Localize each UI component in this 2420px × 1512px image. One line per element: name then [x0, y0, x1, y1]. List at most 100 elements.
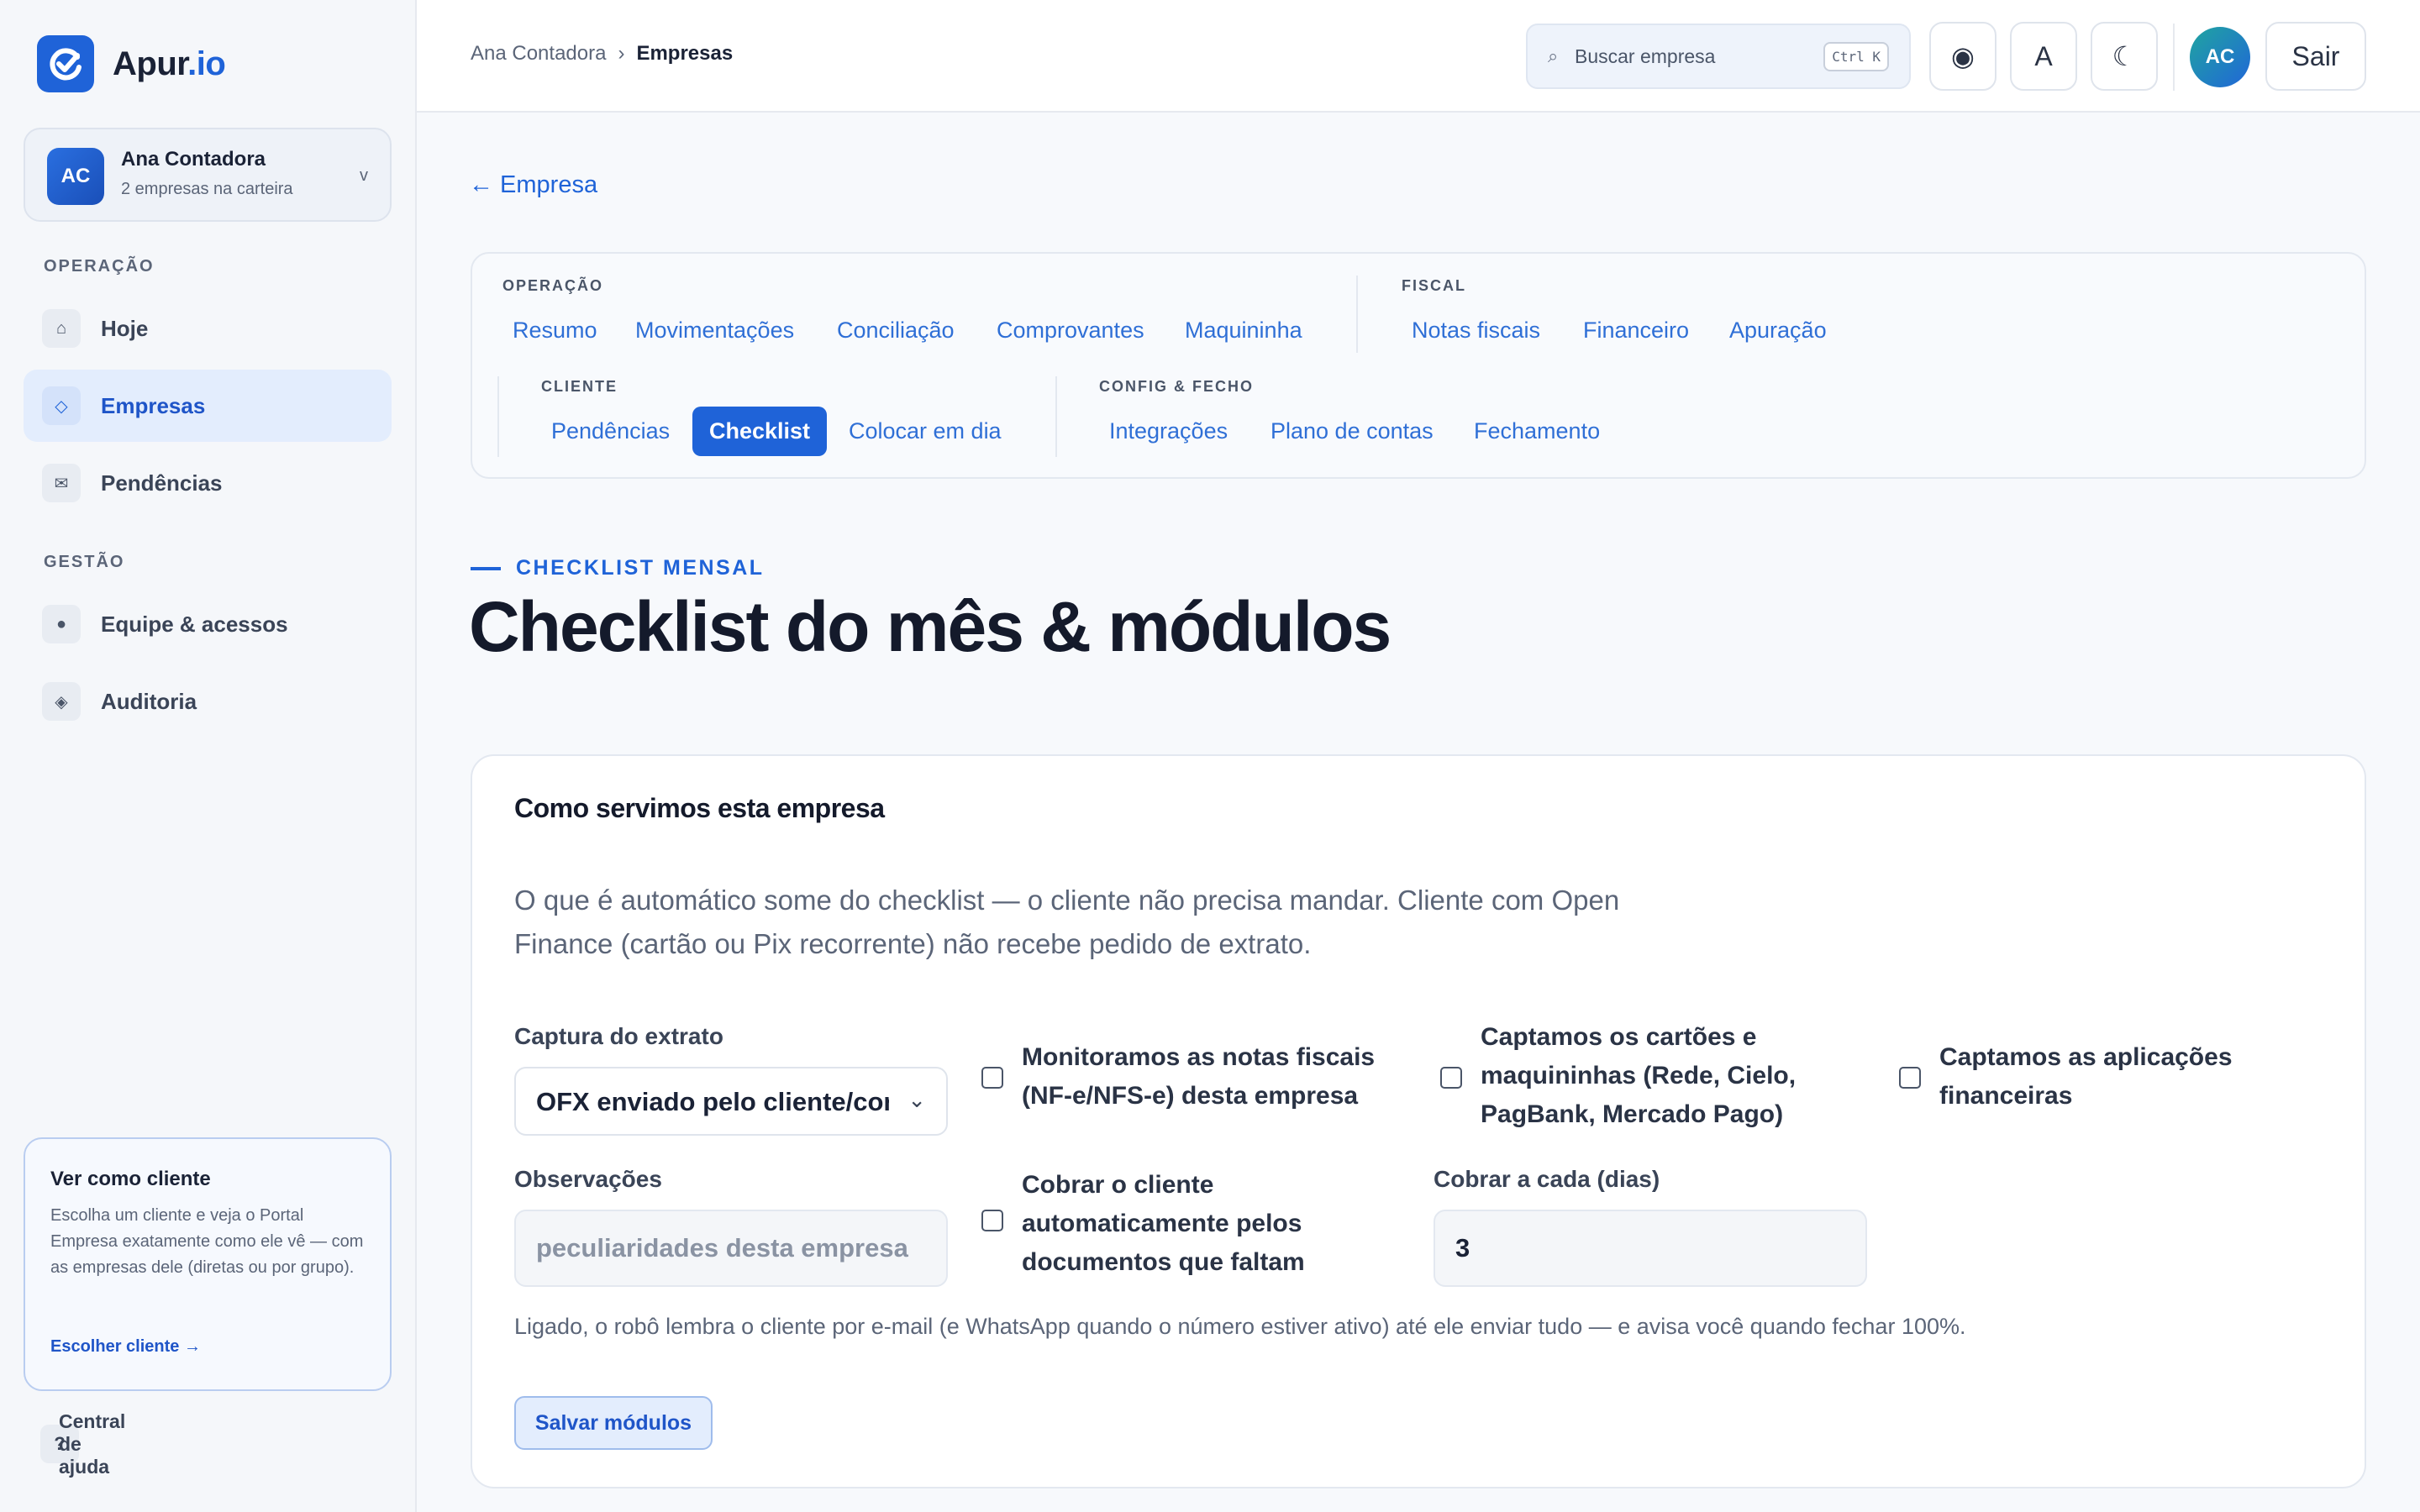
sidebar-item-equipe[interactable]: ● Equipe & acessos	[24, 588, 392, 660]
diamond-icon: ◇	[42, 386, 81, 425]
modules-card: Como servimos esta empresa O que é autom…	[471, 754, 2366, 1488]
sidebar-item-pendencias[interactable]: ✉ Pendências	[24, 447, 392, 519]
checkbox-investments[interactable]	[1899, 1067, 1921, 1089]
tab-plano-de-contas[interactable]: Plano de contas	[1270, 418, 1434, 444]
tab-integracoes[interactable]: Integrações	[1109, 418, 1228, 444]
tab-checklist[interactable]: Checklist	[692, 407, 828, 456]
view-as-client-card: Ver como cliente Escolha um cliente e ve…	[24, 1137, 392, 1391]
topbar: Ana Contadora › Empresas ⌕ Buscar empresa …	[417, 0, 2420, 113]
capture-select-value: OFX enviado pelo cliente/contador	[536, 1087, 889, 1116]
focus-mode-button[interactable]: ◉	[1929, 22, 1996, 91]
breadcrumb: Ana Contadora › Empresas	[471, 42, 733, 66]
sidebar-item-auditoria[interactable]: ◈ Auditoria	[24, 665, 392, 738]
card-title: Como servimos esta empresa	[514, 793, 885, 823]
page-eyebrow: CHECKLIST MENSAL	[471, 556, 765, 580]
sidebar: Apur.io AC Ana Contadora 2 empresas na c…	[0, 0, 417, 1512]
checkbox-monitor-nf-label: Monitoramos as notas fiscais (NF-e/NFS-e…	[1022, 1043, 1376, 1110]
tab-group-cliente: CLIENTE	[541, 378, 618, 395]
breadcrumb-current: Empresas	[636, 42, 734, 65]
shield-icon: ◈	[42, 682, 81, 721]
search-icon: ⌕	[1548, 45, 1559, 66]
section-label-gestao: GESTÃO	[44, 553, 125, 571]
section-label-operacao: OPERAÇÃO	[44, 257, 155, 276]
sidebar-item-label: Pendências	[101, 470, 223, 496]
account-subtitle: 2 empresas na carteira	[121, 180, 293, 198]
interval-value: 3	[1455, 1233, 1470, 1263]
client-card-title: Ver como cliente	[50, 1168, 211, 1190]
checkbox-auto-charge-label: Cobrar o cliente automaticamente pelos d…	[1022, 1171, 1305, 1276]
account-avatar: AC	[47, 148, 104, 205]
topbar-divider	[2173, 24, 2175, 91]
sidebar-item-label: Auditoria	[101, 688, 197, 714]
logout-button[interactable]: Sair	[2265, 22, 2366, 91]
checkbox-investments-label: Captamos as aplicações financeiras	[1939, 1043, 2233, 1110]
search-placeholder: Buscar empresa	[1575, 45, 1716, 67]
tab-group-operacao: OPERAÇÃO	[502, 277, 604, 294]
moon-icon: ☾	[2112, 41, 2137, 71]
breadcrumb-separator: ›	[618, 42, 625, 65]
mail-icon: ✉	[42, 464, 81, 502]
logo[interactable]: Apur.io	[37, 35, 226, 92]
sidebar-item-hoje[interactable]: ⌂ Hoje	[24, 292, 392, 365]
help-center-link[interactable]: ? Central de ajuda	[40, 1410, 125, 1478]
tab-comprovantes[interactable]: Comprovantes	[997, 318, 1144, 344]
tab-notas-fiscais[interactable]: Notas fiscais	[1412, 318, 1540, 344]
sidebar-item-label: Empresas	[101, 392, 206, 418]
obs-placeholder: peculiaridades desta empresa	[536, 1233, 908, 1263]
home-icon: ⌂	[42, 309, 81, 348]
dark-mode-button[interactable]: ☾	[2091, 22, 2158, 91]
tab-maquininha[interactable]: Maquininha	[1185, 318, 1302, 344]
client-card-description: Escolha um cliente e veja o Portal Empre…	[50, 1206, 364, 1277]
font-icon: A	[2034, 40, 2053, 71]
tab-pendencias[interactable]: Pendências	[551, 418, 670, 444]
interval-input[interactable]: 3	[1434, 1210, 1867, 1287]
breadcrumb-item[interactable]: Ana Contadora	[471, 42, 606, 65]
page-title: Checklist do mês & módulos	[469, 587, 1392, 666]
person-icon: ●	[42, 605, 81, 643]
chevron-down-icon: v	[360, 166, 368, 185]
user-avatar[interactable]: AC	[2190, 27, 2250, 87]
eyebrow-bar	[471, 566, 501, 570]
chevron-down-icon: ⌄	[908, 1087, 926, 1112]
tab-fechamento[interactable]: Fechamento	[1474, 418, 1600, 444]
interval-label: Cobrar a cada (dias)	[1434, 1166, 1660, 1192]
search-shortcut: Ctrl K	[1823, 42, 1889, 71]
section-tabs: OPERAÇÃO Resumo Movimentações Conciliaçã…	[471, 252, 2366, 479]
tab-group-fiscal: FISCAL	[1402, 277, 1466, 294]
tab-conciliacao[interactable]: Conciliação	[837, 318, 955, 344]
tab-colocar-em-dia[interactable]: Colocar em dia	[849, 418, 1002, 444]
back-link[interactable]: ← Empresa	[469, 171, 597, 199]
checkbox-monitor-nf[interactable]	[981, 1067, 1003, 1089]
search-input[interactable]: ⌕ Buscar empresa Ctrl K	[1526, 24, 1911, 89]
card-description: O que é automático some do checklist — o…	[514, 885, 1620, 959]
checkbox-auto-charge[interactable]	[981, 1210, 1003, 1231]
account-switcher[interactable]: AC Ana Contadora 2 empresas na carteira …	[24, 128, 392, 222]
logo-text: Apur.io	[113, 45, 226, 82]
tab-group-divider	[497, 376, 499, 457]
tab-group-divider	[1356, 276, 1358, 353]
sidebar-item-label: Hoje	[101, 315, 149, 341]
save-modules-button[interactable]: Salvar módulos	[514, 1396, 713, 1450]
sidebar-item-empresas[interactable]: ◇ Empresas	[24, 370, 392, 442]
tab-apuracao[interactable]: Apuração	[1729, 318, 1827, 344]
help-label: Central de ajuda	[59, 1410, 126, 1478]
logo-icon	[37, 35, 94, 92]
choose-client-link[interactable]: Escolher cliente →	[50, 1337, 201, 1357]
tab-financeiro[interactable]: Financeiro	[1583, 318, 1689, 344]
font-size-button[interactable]: A	[2010, 22, 2077, 91]
checkbox-cards[interactable]	[1440, 1067, 1462, 1089]
tab-resumo[interactable]: Resumo	[513, 318, 597, 344]
tab-group-divider	[1055, 376, 1057, 457]
tab-group-config: CONFIG & FECHO	[1099, 378, 1254, 395]
eyebrow-text: CHECKLIST MENSAL	[516, 556, 765, 580]
checkbox-cards-label: Captamos os cartões e maquininhas (Rede,…	[1481, 1023, 1797, 1128]
obs-input[interactable]: peculiaridades desta empresa	[514, 1210, 948, 1287]
auto-charge-note: Ligado, o robô lembra o cliente por e-ma…	[514, 1314, 1966, 1339]
obs-label: Observações	[514, 1166, 662, 1192]
account-name: Ana Contadora	[121, 148, 266, 171]
capture-select[interactable]: OFX enviado pelo cliente/contador ⌄	[514, 1067, 948, 1136]
tab-movimentacoes[interactable]: Movimentações	[635, 318, 794, 344]
capture-label: Captura do extrato	[514, 1023, 723, 1049]
sidebar-item-label: Equipe & acessos	[101, 611, 288, 637]
target-icon: ◉	[1951, 41, 1975, 71]
